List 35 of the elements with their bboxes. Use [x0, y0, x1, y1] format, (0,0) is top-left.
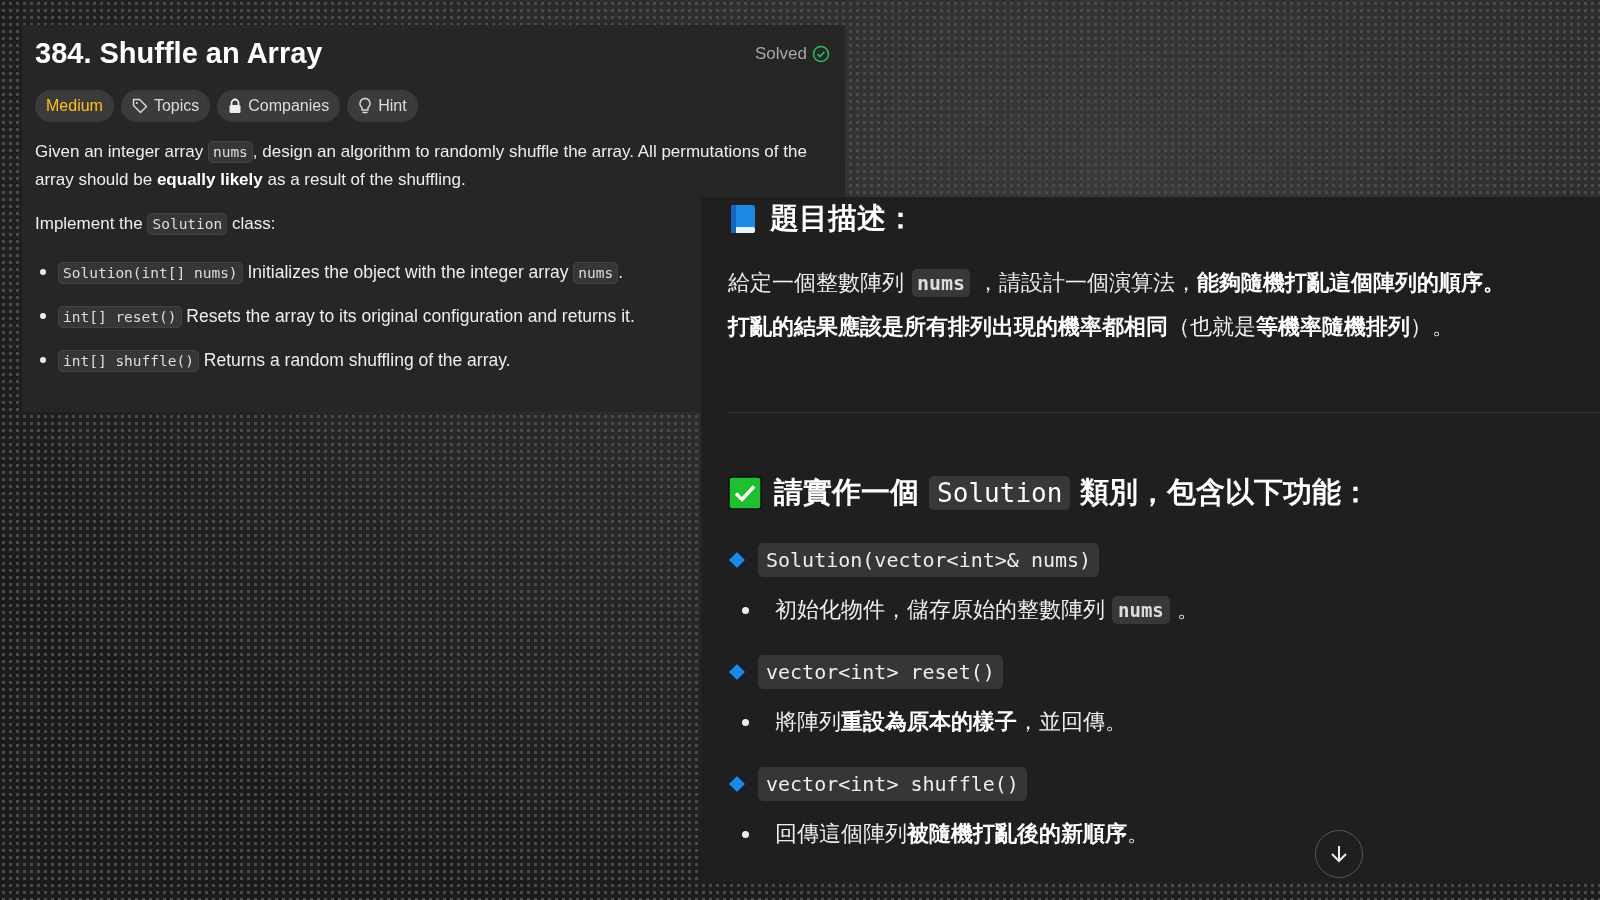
code-signature: Solution(vector<int>& nums)	[758, 543, 1100, 577]
diamond-icon	[728, 775, 746, 793]
diamond-icon	[728, 663, 746, 681]
bullet-icon	[40, 313, 46, 319]
bullet-icon	[742, 830, 749, 838]
description-text: Given an integer array nums , design an algorithm to randomly shuffle the array. All permutations of the array should be equally likely as a result of the shuffling.	[35, 140, 808, 191]
scroll-down-button[interactable]	[1315, 830, 1363, 878]
code-signature: vector<int> reset()	[758, 655, 1003, 689]
bullet-icon	[742, 718, 749, 726]
bullet-icon	[40, 357, 46, 363]
problem-title: 384. Shuffle an Array	[35, 37, 323, 70]
tag-button[interactable]: Medium	[35, 90, 114, 122]
tag-button[interactable]: Hint	[347, 90, 418, 122]
solved-label: Solved	[755, 43, 807, 64]
tag-button[interactable]: Topics	[120, 90, 211, 122]
method-text: int[] reset() Resets the array to its original configuration and returns it.	[58, 305, 635, 327]
code-signature: vector<int> shuffle()	[758, 767, 1027, 801]
bullet-icon	[742, 606, 749, 614]
tag-button[interactable]: Companies	[217, 90, 341, 122]
book-icon	[728, 203, 758, 235]
arrow-down-icon	[1328, 843, 1350, 865]
section-heading: 題目描述：	[770, 200, 915, 237]
method-text: int[] shuffle() Returns a random shuffling of the array.	[58, 349, 511, 371]
detail-text: 回傳這個陣列被隨機打亂後的新順序。	[775, 820, 1149, 848]
detail-text: 初始化物件，儲存原始的整數陣列 nums 。	[775, 595, 1199, 625]
lock-icon	[228, 98, 243, 114]
bullet-icon	[40, 269, 46, 275]
description-text: 給定一個整數陣列 nums ，請設計一個演算法，能夠隨機打亂這個陣列的順序。 打亂的結果應該是所有排列出現的機率都相同（也就是等機率隨機排列）。	[728, 268, 1507, 341]
checkbox-icon	[728, 476, 762, 510]
section-heading: 請實作一個 Solution 類別，包含以下功能：	[774, 474, 1371, 512]
diamond-icon	[728, 551, 746, 569]
method-text: Solution(int[] nums) Initializes the object with the integer array nums .	[58, 261, 624, 283]
tag-icon	[131, 98, 148, 114]
lightbulb-icon	[358, 97, 373, 115]
detail-text: 將陣列重設為原本的樣子，並回傳。	[775, 708, 1127, 736]
